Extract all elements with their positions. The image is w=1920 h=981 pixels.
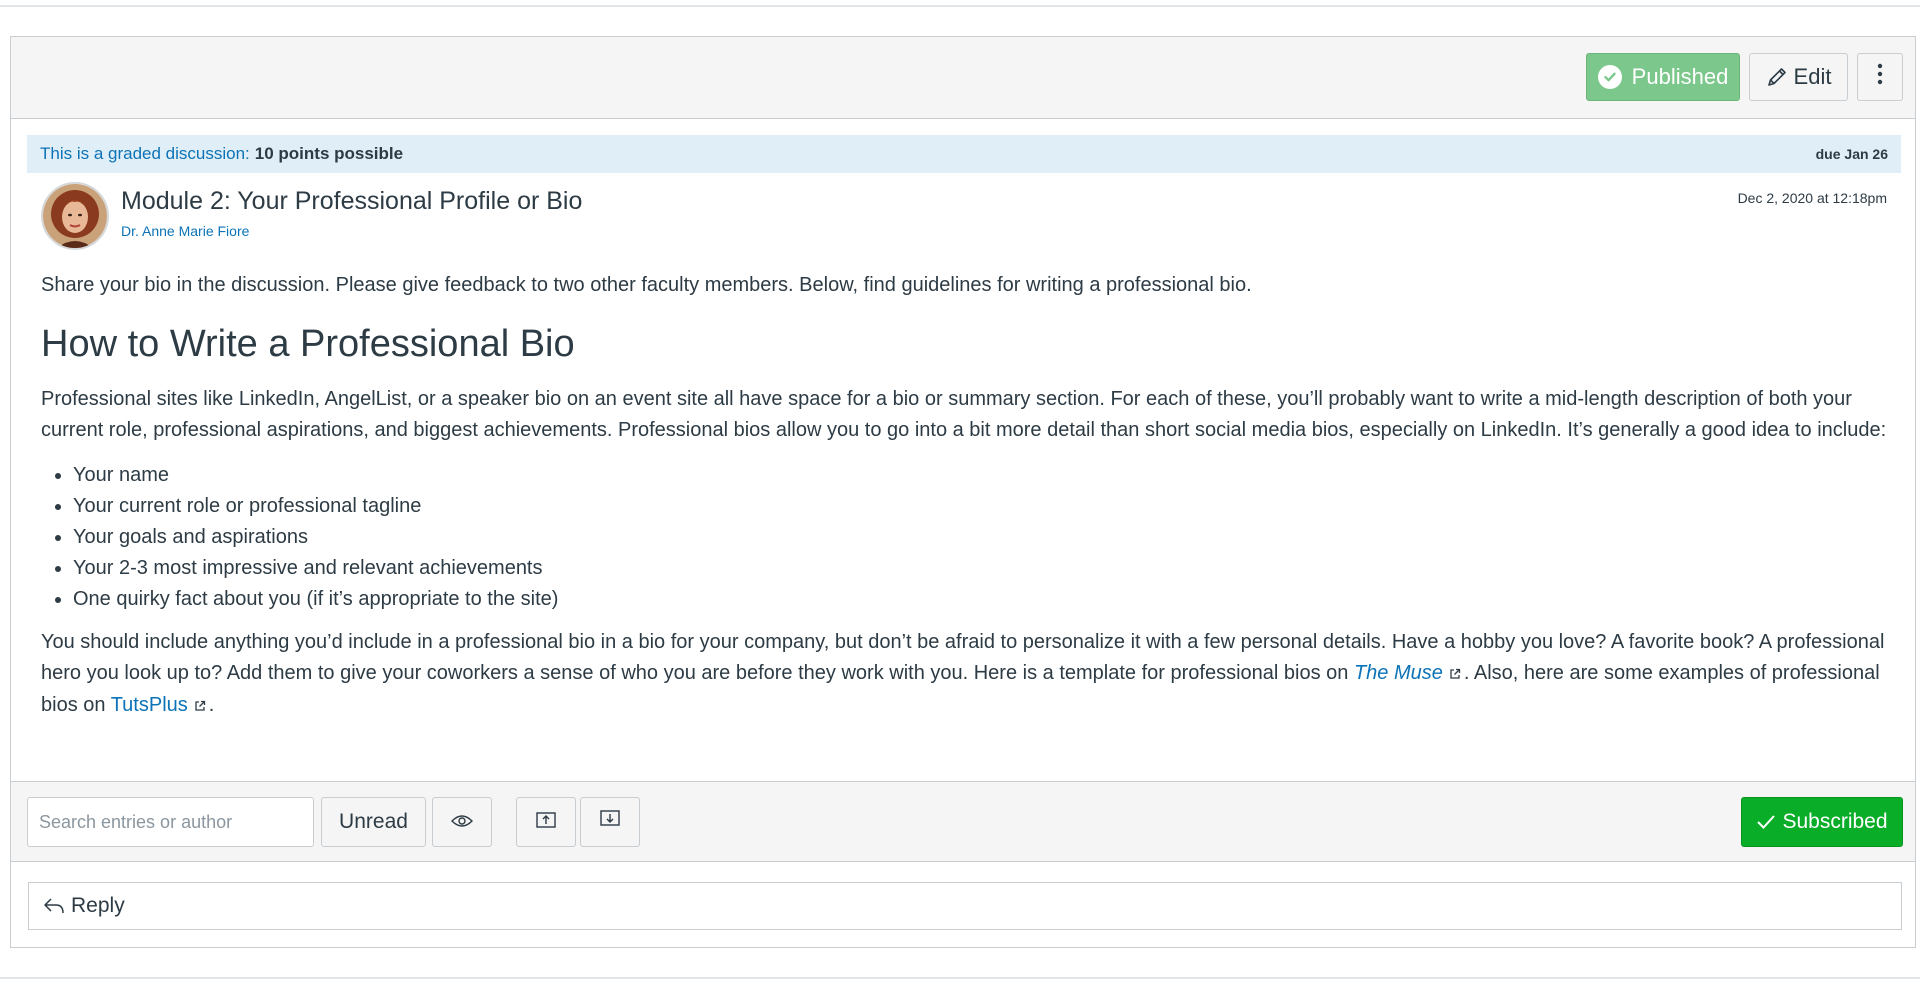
post-paragraph-2: You should include anything you’d includ… (41, 627, 1893, 722)
post-heading: How to Write a Professional Bio (41, 323, 575, 365)
the-muse-link[interactable]: The Muse (1354, 662, 1443, 684)
author-avatar[interactable] (41, 182, 109, 250)
discussion-panel: Published Edit This is a graded discussi… (10, 36, 1916, 948)
points-possible: 10 points possible (254, 144, 404, 163)
external-link-icon (194, 691, 206, 722)
top-divider (0, 5, 1920, 7)
post-date: Dec 2, 2020 at 12:18pm (1737, 190, 1887, 206)
post-author-link[interactable]: Dr. Anne Marie Fiore (121, 223, 249, 239)
bio-checklist: Your name Your current role or professio… (41, 460, 1893, 615)
mark-all-read-button[interactable] (432, 797, 492, 847)
collapse-replies-button[interactable] (516, 797, 576, 847)
post-intro: Share your bio in the discussion. Please… (41, 274, 1252, 296)
check-icon (1756, 813, 1776, 831)
list-item: Your goals and aspirations (73, 522, 1893, 553)
tutsplus-link[interactable]: TutsPlus (111, 694, 188, 716)
reply-label: Reply (71, 894, 125, 917)
edit-button[interactable]: Edit (1749, 53, 1848, 101)
published-label: Published (1631, 64, 1729, 89)
edit-label: Edit (1793, 64, 1832, 89)
discussion-actions-bar: Unread Subscribed (11, 781, 1915, 862)
reply-arrow-icon (43, 896, 65, 916)
expand-down-icon (600, 810, 620, 834)
list-item: Your 2-3 most impressive and relevant ac… (73, 553, 1893, 584)
eye-icon (451, 810, 473, 834)
bottom-divider (0, 977, 1920, 979)
pencil-icon (1766, 66, 1788, 88)
unread-label: Unread (339, 810, 408, 833)
paragraph-2-end: . (208, 694, 215, 716)
reply-button[interactable]: Reply (28, 882, 1902, 930)
subscribed-label: Subscribed (1782, 810, 1888, 833)
graded-label: This is a graded discussion: (40, 144, 250, 163)
list-item: Your current role or professional taglin… (73, 491, 1893, 522)
discussion-toolbar: Published Edit (11, 37, 1915, 119)
published-button[interactable]: Published (1586, 53, 1740, 101)
search-input[interactable] (27, 797, 314, 847)
graded-discussion-banner: This is a graded discussion: 10 points po… (27, 135, 1901, 173)
post-title: Module 2: Your Professional Profile or B… (121, 187, 583, 215)
more-options-button[interactable] (1857, 53, 1903, 101)
check-circle-icon (1597, 65, 1622, 89)
collapse-up-icon (536, 810, 556, 834)
subscribed-button[interactable]: Subscribed (1741, 797, 1903, 847)
unread-filter-button[interactable]: Unread (321, 797, 426, 847)
post-body: Share your bio in the discussion. Please… (41, 270, 1893, 722)
list-item: Your name (73, 460, 1893, 491)
graded-info: This is a graded discussion: 10 points po… (40, 144, 403, 164)
kebab-menu-icon (1877, 63, 1883, 91)
external-link-icon (1449, 659, 1461, 690)
list-item: One quirky fact about you (if it’s appro… (73, 584, 1893, 615)
post-paragraph-1: Professional sites like LinkedIn, AngelL… (41, 388, 1887, 441)
due-date: due Jan 26 (1815, 146, 1888, 162)
expand-replies-button[interactable] (580, 797, 640, 847)
